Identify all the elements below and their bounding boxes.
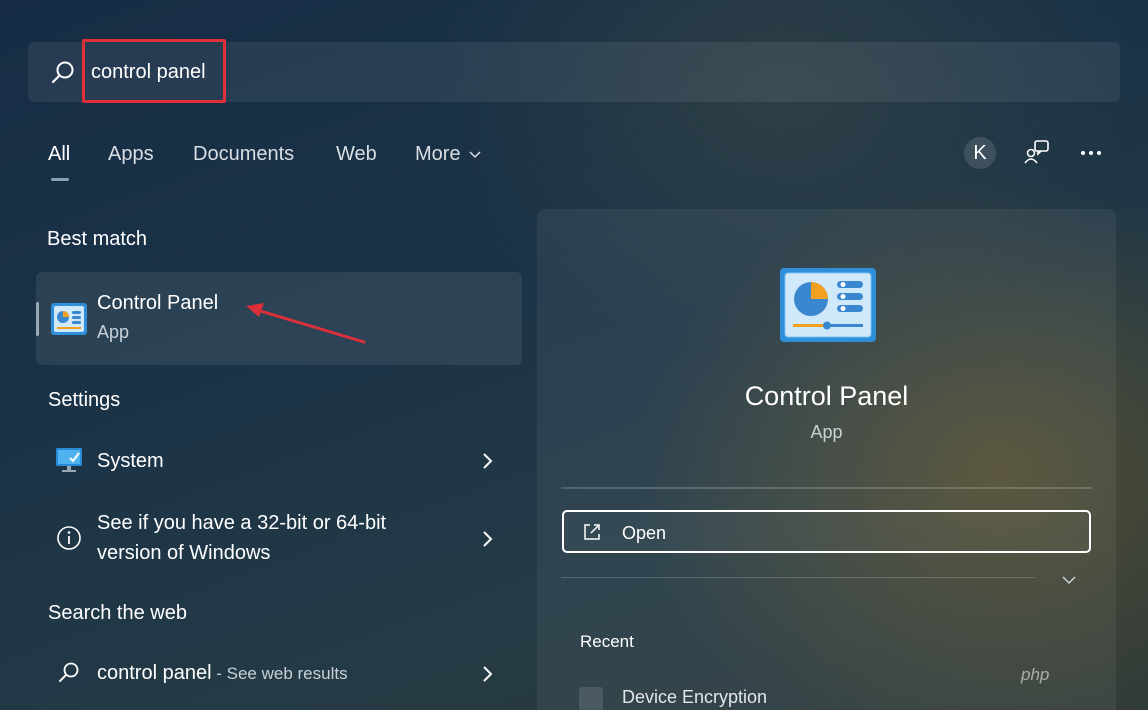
recent-item-icon bbox=[579, 687, 603, 710]
chevron-down-icon[interactable] bbox=[1061, 574, 1077, 586]
open-button-label: Open bbox=[622, 523, 667, 543]
tab-web[interactable]: Web bbox=[336, 143, 377, 166]
best-match-type: App bbox=[97, 322, 130, 342]
watermark-text: php bbox=[1021, 665, 1050, 684]
open-external-icon bbox=[584, 524, 600, 540]
settings-item-label-line1: See if you have a 32-bit or 64-bit bbox=[97, 512, 387, 534]
tab-apps[interactable]: Apps bbox=[108, 143, 154, 166]
web-search-item[interactable]: control panel - See web results bbox=[36, 653, 522, 697]
monitor-icon bbox=[56, 448, 82, 472]
tab-more-label: More bbox=[415, 143, 461, 165]
settings-item-label: System bbox=[97, 450, 164, 472]
divider bbox=[561, 577, 1035, 578]
annotation-arrow bbox=[246, 303, 366, 344]
settings-heading: Settings bbox=[48, 389, 121, 411]
details-type: App bbox=[810, 422, 843, 442]
web-search-suffix: - See web results bbox=[211, 664, 348, 683]
search-web-heading: Search the web bbox=[48, 602, 187, 624]
watermark: php bbox=[1021, 665, 1141, 691]
search-icon bbox=[59, 662, 79, 682]
control-panel-icon bbox=[780, 268, 876, 342]
recent-item[interactable]: Device Encryption bbox=[579, 685, 979, 710]
search-bar[interactable]: control panel bbox=[28, 39, 1120, 103]
tab-more[interactable]: More bbox=[415, 143, 481, 166]
avatar[interactable]: K bbox=[964, 137, 996, 169]
open-button[interactable]: Open bbox=[562, 510, 1091, 553]
chevron-right-icon bbox=[483, 531, 493, 547]
chevron-right-icon bbox=[483, 666, 493, 682]
recent-item-label: Device Encryption bbox=[622, 687, 768, 707]
web-search-text: control panel - See web results bbox=[97, 658, 348, 689]
selection-indicator bbox=[36, 302, 39, 336]
best-match-name: Control Panel bbox=[97, 292, 219, 314]
active-tab-indicator bbox=[51, 178, 69, 181]
details-panel: Control Panel App Open Recent Device Enc… bbox=[537, 209, 1116, 710]
search-input[interactable]: control panel bbox=[91, 61, 206, 84]
recent-heading: Recent bbox=[580, 632, 634, 651]
control-panel-icon bbox=[51, 303, 87, 335]
more-icon[interactable] bbox=[1078, 140, 1104, 166]
feedback-icon[interactable] bbox=[1023, 138, 1051, 166]
web-search-query: control panel bbox=[97, 662, 212, 684]
info-icon bbox=[57, 526, 81, 550]
settings-item-label-line2: version of Windows bbox=[97, 542, 271, 564]
details-title: Control Panel bbox=[744, 381, 909, 411]
chevron-down-icon bbox=[469, 151, 481, 158]
settings-item-bitness[interactable]: See if you have a 32-bit or 64-bit versi… bbox=[36, 506, 522, 572]
chevron-right-icon bbox=[483, 453, 493, 469]
tab-documents[interactable]: Documents bbox=[193, 143, 294, 166]
divider bbox=[561, 487, 1092, 489]
search-icon bbox=[51, 61, 74, 84]
best-match-heading: Best match bbox=[47, 228, 148, 250]
settings-item-system[interactable]: System bbox=[36, 440, 522, 484]
tab-all[interactable]: All bbox=[48, 143, 70, 166]
